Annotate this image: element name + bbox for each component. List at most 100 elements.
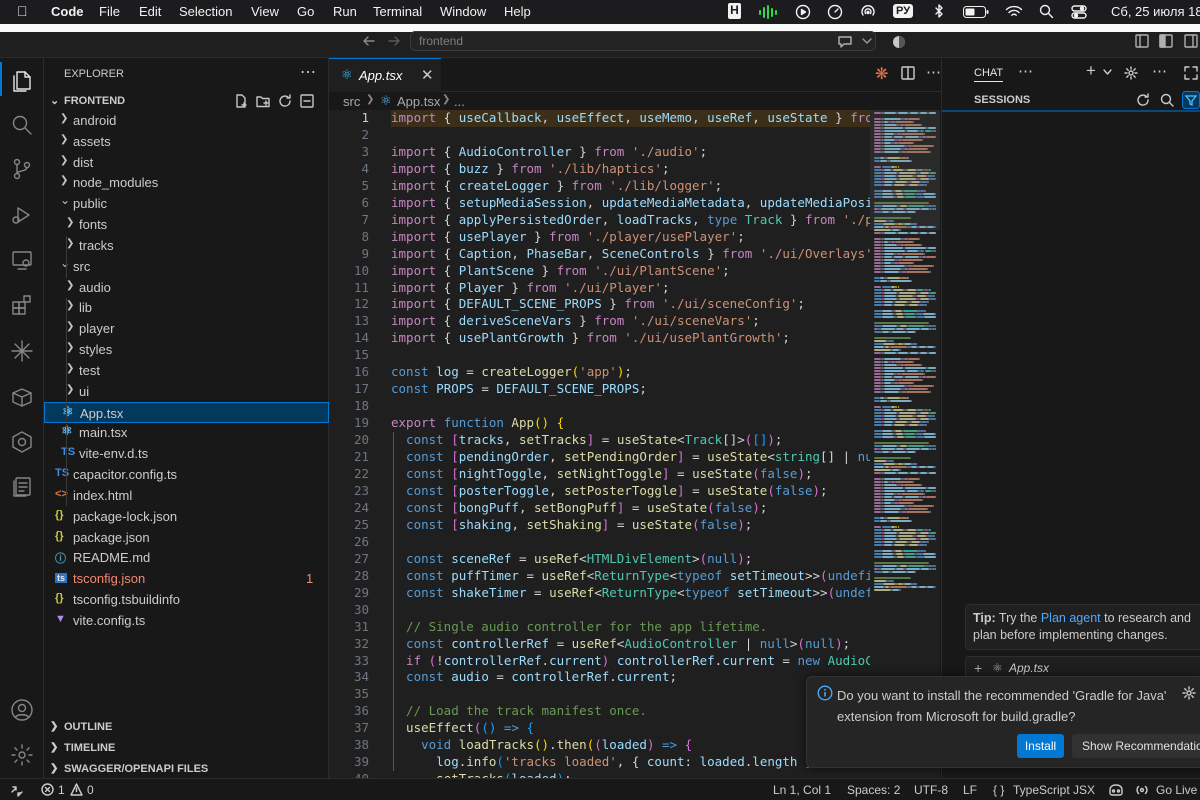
code-line[interactable]: import { Player } from './ui/Player'; bbox=[391, 280, 870, 297]
tree-file-vite-env-d-ts[interactable]: TS vite-env.d.ts bbox=[44, 443, 329, 464]
menu-go[interactable]: Go bbox=[297, 4, 314, 19]
code-line[interactable]: const [pendingOrder, setPendingOrder] = … bbox=[391, 449, 870, 466]
kubernetes-icon[interactable] bbox=[10, 430, 34, 454]
tree-file-tsconfig-json[interactable]: ts tsconfig.json 1 bbox=[44, 568, 329, 589]
layout-sidebar-icon[interactable] bbox=[1135, 34, 1149, 48]
tree-file-package-lock-json[interactable]: {} package-lock.json bbox=[44, 506, 329, 527]
tree-folder-fonts[interactable]: ❯ fonts bbox=[44, 214, 329, 235]
context-file-chip[interactable]: App.tsx bbox=[1009, 661, 1049, 675]
menu-app-name[interactable]: Code bbox=[51, 4, 84, 19]
code-line[interactable]: import { PlantScene } from './ui/PlantSc… bbox=[391, 263, 870, 280]
chevron-down-icon[interactable] bbox=[862, 37, 872, 45]
copilot-chat-icon[interactable] bbox=[837, 34, 853, 48]
tab-close-icon[interactable]: ✕ bbox=[421, 66, 434, 84]
code-line[interactable]: // Load the track manifest once. bbox=[391, 703, 870, 720]
code-line[interactable]: import { usePlantGrowth } from './ui/use… bbox=[391, 330, 870, 347]
code-line[interactable]: import { DEFAULT_SCENE_PROPS } from './u… bbox=[391, 296, 870, 313]
tree-folder-android[interactable]: ❯ android bbox=[44, 110, 329, 131]
tree-file-index-html[interactable]: <> index.html bbox=[44, 485, 329, 506]
tree-folder-assets[interactable]: ❯ assets bbox=[44, 131, 329, 152]
code-line[interactable]: const [nightToggle, setNightToggle] = us… bbox=[391, 466, 870, 483]
tree-folder-ui[interactable]: ❯ ui bbox=[44, 381, 329, 402]
error-count[interactable]: 1 bbox=[58, 783, 65, 797]
chat-tab[interactable]: CHAT bbox=[974, 67, 1004, 82]
code-line[interactable]: import { AudioController } from './audio… bbox=[391, 144, 870, 161]
collapse-all-icon[interactable] bbox=[300, 94, 314, 108]
language-mode[interactable]: TypeScript JSX bbox=[1013, 783, 1095, 797]
remote-explorer-icon[interactable] bbox=[10, 248, 34, 272]
tree-file-readme-md[interactable]: ⓘ README.md bbox=[44, 547, 329, 568]
play-circle-icon[interactable] bbox=[795, 4, 811, 20]
gauge-icon[interactable] bbox=[827, 4, 843, 20]
new-chat-plus-icon[interactable]: + bbox=[1086, 61, 1096, 81]
tree-folder-dist[interactable]: ❯ dist bbox=[44, 152, 329, 173]
chat-actions-more-icon[interactable]: ⋯ bbox=[1152, 62, 1167, 80]
code-line[interactable]: const [posterToggle, setPosterToggle] = … bbox=[391, 483, 870, 500]
code-line[interactable]: if (!controllerRef.current) controllerRe… bbox=[391, 653, 870, 670]
code-line[interactable] bbox=[391, 347, 870, 364]
code-line[interactable]: const audio = controllerRef.current; bbox=[391, 669, 870, 686]
airdrop-icon[interactable] bbox=[860, 4, 876, 20]
menu-help[interactable]: Help bbox=[504, 4, 531, 19]
tree-folder-player[interactable]: ❯ player bbox=[44, 318, 329, 339]
containers-icon[interactable] bbox=[10, 385, 34, 409]
encoding[interactable]: UTF-8 bbox=[914, 783, 948, 797]
code-line[interactable]: import { Caption, PhaseBar, SceneControl… bbox=[391, 246, 870, 263]
code-line[interactable]: // Single audio controller for the app l… bbox=[391, 619, 870, 636]
accounts-icon[interactable] bbox=[10, 698, 34, 722]
code-line[interactable]: const [bongPuff, setBongPuff] = useState… bbox=[391, 500, 870, 517]
code-line[interactable]: import { deriveSceneVars } from './ui/sc… bbox=[391, 313, 870, 330]
claude-sparkle-icon[interactable] bbox=[10, 339, 34, 363]
chat-settings-gear-icon[interactable] bbox=[1124, 66, 1138, 80]
tree-file-vite-config-ts[interactable]: ▼ vite.config.ts bbox=[44, 610, 329, 631]
code-line[interactable]: void loadTracks().then((loaded) => { bbox=[391, 737, 870, 754]
explorer-more-icon[interactable]: ⋯ bbox=[300, 62, 316, 82]
remote-indicator-icon[interactable] bbox=[10, 783, 24, 797]
tree-folder-tracks[interactable]: ❯ tracks bbox=[44, 235, 329, 256]
menu-edit[interactable]: Edit bbox=[139, 4, 161, 19]
end-of-line[interactable]: LF bbox=[963, 783, 977, 797]
tree-folder-lib[interactable]: ❯ lib bbox=[44, 297, 329, 318]
warning-count[interactable]: 0 bbox=[87, 783, 94, 797]
show-recommendations-button[interactable]: Show Recommendations bbox=[1072, 734, 1200, 758]
command-center-search[interactable]: frontend bbox=[410, 31, 876, 51]
code-line[interactable]: const puffTimer = useRef<ReturnType<type… bbox=[391, 568, 870, 585]
nav-forward-icon[interactable] bbox=[387, 35, 401, 47]
code-line[interactable] bbox=[391, 686, 870, 703]
install-button[interactable]: Install bbox=[1017, 734, 1064, 758]
h-app-icon[interactable]: H bbox=[728, 3, 741, 19]
apple-menu-icon[interactable]:  bbox=[17, 3, 28, 19]
copilot-icon[interactable] bbox=[1108, 783, 1124, 797]
code-line[interactable]: import { applyPersistedOrder, loadTracks… bbox=[391, 212, 870, 229]
references-icon[interactable] bbox=[10, 475, 34, 499]
manage-gear-icon[interactable] bbox=[10, 743, 34, 767]
extensions-icon[interactable] bbox=[10, 293, 34, 317]
tree-file-tsconfig-tsbuildinfo[interactable]: {} tsconfig.tsbuildinfo bbox=[44, 589, 329, 610]
menu-terminal[interactable]: Terminal bbox=[373, 4, 422, 19]
filter-icon[interactable] bbox=[1182, 91, 1200, 109]
tree-file-main-tsx[interactable]: ⚛main.tsx bbox=[44, 422, 329, 443]
tree-folder-styles[interactable]: ❯ styles bbox=[44, 339, 329, 360]
bluetooth-icon[interactable] bbox=[933, 3, 945, 20]
code-line[interactable]: const log = createLogger('app'); bbox=[391, 364, 870, 381]
code-line[interactable]: useEffect(() => { bbox=[391, 720, 870, 737]
explorer-icon[interactable] bbox=[10, 68, 34, 92]
tree-file-package-json[interactable]: {} package.json bbox=[44, 527, 329, 548]
code-line[interactable]: import { useCallback, useEffect, useMemo… bbox=[391, 110, 870, 127]
code-line[interactable]: export function App() { bbox=[391, 415, 870, 432]
tree-folder-test[interactable]: ❯ test bbox=[44, 360, 329, 381]
refresh-icon[interactable] bbox=[278, 94, 292, 108]
code-line[interactable]: import { setupMediaSession, updateMediaM… bbox=[391, 195, 870, 212]
chat-more-icon[interactable]: ⋯ bbox=[1018, 62, 1033, 80]
tree-file-capacitor-config-ts[interactable]: TS capacitor.config.ts bbox=[44, 464, 329, 485]
code-line[interactable] bbox=[391, 534, 870, 551]
minimap-viewport-slider[interactable] bbox=[870, 110, 940, 230]
code-line[interactable]: import { buzz } from './lib/haptics'; bbox=[391, 161, 870, 178]
menu-run[interactable]: Run bbox=[333, 4, 357, 19]
input-source-badge[interactable]: РУ bbox=[893, 4, 914, 18]
tree-file-app-tsx[interactable]: ⚛ App.tsx bbox=[44, 401, 329, 423]
add-context-icon[interactable]: + bbox=[974, 660, 982, 676]
battery-icon[interactable] bbox=[963, 6, 989, 18]
code-line[interactable] bbox=[391, 602, 870, 619]
swagger-section[interactable]: ❯ SWAGGER/OPENAPI FILES bbox=[44, 760, 329, 780]
